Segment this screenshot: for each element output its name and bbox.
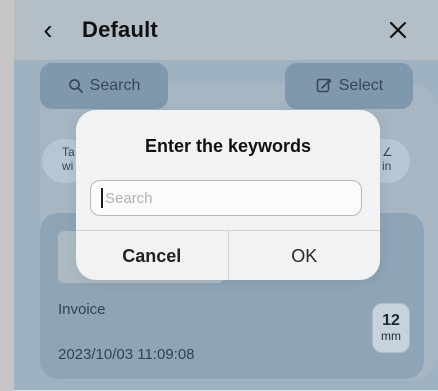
select-button[interactable]: Select <box>285 63 413 109</box>
close-icon <box>389 21 407 39</box>
tape-width-unit: mm <box>381 329 401 344</box>
search-button-label: Search <box>89 77 141 94</box>
top-bar <box>14 0 438 60</box>
app-screen: ‹ Default Search Select Ta wi ∠ in Invoi… <box>0 0 438 391</box>
search-field[interactable] <box>90 180 362 216</box>
ok-button[interactable]: OK <box>229 231 381 280</box>
close-button[interactable] <box>382 14 414 46</box>
tape-width-badge: 12 mm <box>372 303 410 353</box>
right-chip-line1: ∠ <box>382 145 393 159</box>
keyword-dialog: Enter the keywords Cancel OK <box>76 110 380 280</box>
select-button-label: Select <box>338 77 384 94</box>
card-timestamp: 2023/10/03 11:09:08 <box>58 346 195 363</box>
edit-icon <box>316 78 332 93</box>
search-icon <box>68 79 83 93</box>
card-title: Invoice <box>58 301 106 318</box>
left-edge-strip <box>0 0 14 391</box>
cancel-button[interactable]: Cancel <box>76 231 229 280</box>
page-title: Default <box>82 17 158 42</box>
tape-width-value: 12 <box>382 312 400 330</box>
dialog-title: Enter the keywords <box>144 136 312 156</box>
search-button[interactable]: Search <box>40 63 168 109</box>
text-caret <box>101 188 103 208</box>
chevron-left-icon: ‹ <box>43 14 53 45</box>
dialog-actions: Cancel OK <box>76 230 380 280</box>
search-input[interactable] <box>105 189 345 207</box>
right-chip-line2: in <box>382 159 392 174</box>
back-button[interactable]: ‹ <box>36 14 60 46</box>
